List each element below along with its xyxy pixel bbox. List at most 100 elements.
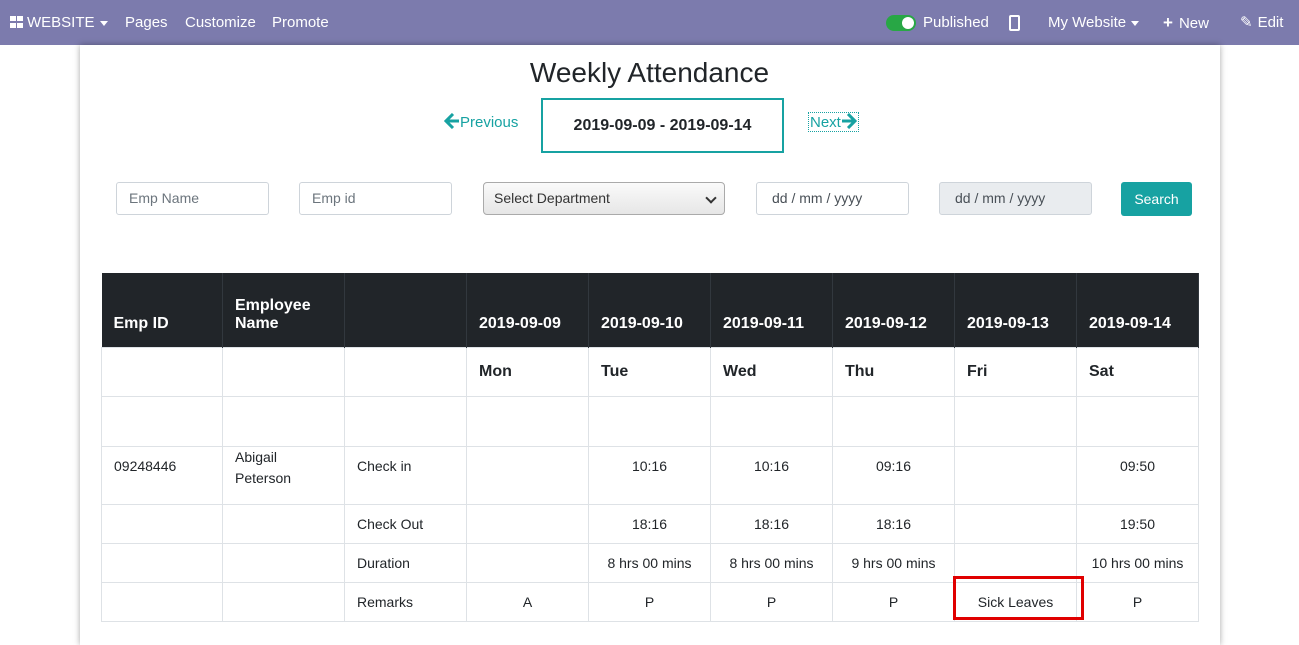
my-website-label: My Website (1048, 14, 1127, 31)
previous-label: Previous (460, 114, 519, 131)
value-cell: P (1076, 582, 1199, 622)
value-cell (466, 446, 589, 505)
value-cell: 18:16 (588, 504, 711, 544)
emp-id-cell: 09248446 (101, 446, 223, 505)
row-label-cell: Check in (344, 446, 467, 505)
mobile-preview-button[interactable] (1009, 0, 1020, 45)
next-week-link[interactable]: Next (808, 112, 859, 132)
header-blank (344, 273, 467, 348)
published-label: Published (923, 14, 989, 31)
edit-label: Edit (1257, 14, 1284, 31)
empty-cell (954, 396, 1077, 447)
value-cell (466, 543, 589, 583)
table-header-row: Emp ID Employee Name 2019-09-09 2019-09-… (101, 273, 1199, 348)
header-date: 2019-09-09 (466, 273, 589, 348)
pages-menu[interactable]: Pages (125, 0, 168, 45)
value-cell: 8 hrs 00 mins (710, 543, 833, 583)
search-button[interactable]: Search (1121, 182, 1192, 216)
empty-cell (1076, 396, 1199, 447)
chevron-down-icon (705, 192, 717, 204)
value-cell: 10 hrs 00 mins (1076, 543, 1199, 583)
empty-cell (101, 582, 223, 622)
empty-cell (222, 347, 345, 397)
website-menu[interactable]: WEBSITE (10, 0, 108, 45)
empty-cell (344, 347, 467, 397)
website-menu-label: WEBSITE (27, 14, 95, 31)
header-date: 2019-09-11 (710, 273, 833, 348)
plus-icon: + (1163, 13, 1173, 32)
value-cell: A (466, 582, 589, 622)
empty-cell (101, 347, 223, 397)
value-cell (954, 504, 1077, 544)
customize-menu[interactable]: Customize (185, 0, 256, 45)
header-emp-id: Emp ID (101, 273, 223, 348)
value-cell: 10:16 (710, 446, 833, 505)
empty-cell (222, 396, 345, 447)
promote-menu[interactable]: Promote (272, 0, 329, 45)
arrow-left-icon (443, 112, 459, 130)
value-cell: 09:50 (1076, 446, 1199, 505)
value-cell (466, 504, 589, 544)
value-cell: 9 hrs 00 mins (832, 543, 955, 583)
department-select-value: Select Department (494, 190, 610, 206)
empty-cell (222, 504, 345, 544)
empty-cell (710, 396, 833, 447)
new-button[interactable]: + New (1163, 0, 1209, 45)
value-cell: 18:16 (710, 504, 833, 544)
my-website-menu[interactable]: My Website (1048, 0, 1140, 45)
attendance-table: Emp ID Employee Name 2019-09-09 2019-09-… (101, 273, 1199, 622)
date-to-input[interactable]: dd / mm / yyyy (939, 182, 1092, 215)
table-row: Check Out 18:16 18:16 18:16 19:50 (101, 504, 1199, 544)
arrow-right-icon (841, 112, 857, 130)
caret-down-icon (1131, 20, 1140, 26)
header-employee-name: Employee Name (222, 273, 345, 348)
empty-cell (466, 396, 589, 447)
row-label-cell: Remarks (344, 582, 467, 622)
highlight-box (953, 576, 1084, 620)
published-toggle[interactable]: Published (886, 0, 989, 45)
empty-cell (222, 543, 345, 583)
apps-grid-icon (10, 16, 24, 28)
value-cell: P (710, 582, 833, 622)
row-label-cell: Duration (344, 543, 467, 583)
empty-cell (222, 582, 345, 622)
value-cell: 8 hrs 00 mins (588, 543, 711, 583)
empty-cell (101, 543, 223, 583)
value-cell: P (588, 582, 711, 622)
toggle-switch-icon (886, 15, 916, 32)
mobile-phone-icon (1009, 15, 1020, 32)
row-label-cell: Check Out (344, 504, 467, 544)
empty-cell (101, 504, 223, 544)
emp-name-input[interactable]: Emp Name (116, 182, 269, 215)
value-cell: 10:16 (588, 446, 711, 505)
value-cell (954, 446, 1077, 505)
header-date: 2019-09-10 (588, 273, 711, 348)
previous-week-link[interactable]: Previous (443, 112, 519, 131)
next-label: Next (810, 114, 841, 131)
weekday-cell: Tue (588, 347, 711, 397)
weekday-cell: Sat (1076, 347, 1199, 397)
week-range: 2019-09-09 - 2019-09-14 (541, 98, 784, 153)
pencil-icon: ✎ (1240, 14, 1253, 31)
weekday-cell: Wed (710, 347, 833, 397)
empty-cell (832, 396, 955, 447)
header-date: 2019-09-12 (832, 273, 955, 348)
new-label: New (1178, 15, 1209, 32)
table-row: 09248446 Abigail Peterson Check in 10:16… (101, 446, 1199, 505)
emp-id-input[interactable]: Emp id (299, 182, 452, 215)
department-select[interactable]: Select Department (483, 182, 725, 215)
page-title: Weekly Attendance (529, 57, 770, 88)
empty-cell (344, 396, 467, 447)
top-navbar: WEBSITE Pages Customize Promote Publishe… (0, 0, 1299, 45)
employee-name-cell: Abigail Peterson (222, 446, 345, 505)
caret-down-icon (99, 20, 108, 26)
empty-cell (588, 396, 711, 447)
edit-button[interactable]: ✎ Edit (1240, 0, 1283, 45)
value-cell: 18:16 (832, 504, 955, 544)
header-date: 2019-09-14 (1076, 273, 1199, 348)
weekday-cell: Fri (954, 347, 1077, 397)
spacer-row (101, 396, 1199, 447)
value-cell: P (832, 582, 955, 622)
date-from-input[interactable]: dd / mm / yyyy (756, 182, 909, 215)
value-cell: 19:50 (1076, 504, 1199, 544)
